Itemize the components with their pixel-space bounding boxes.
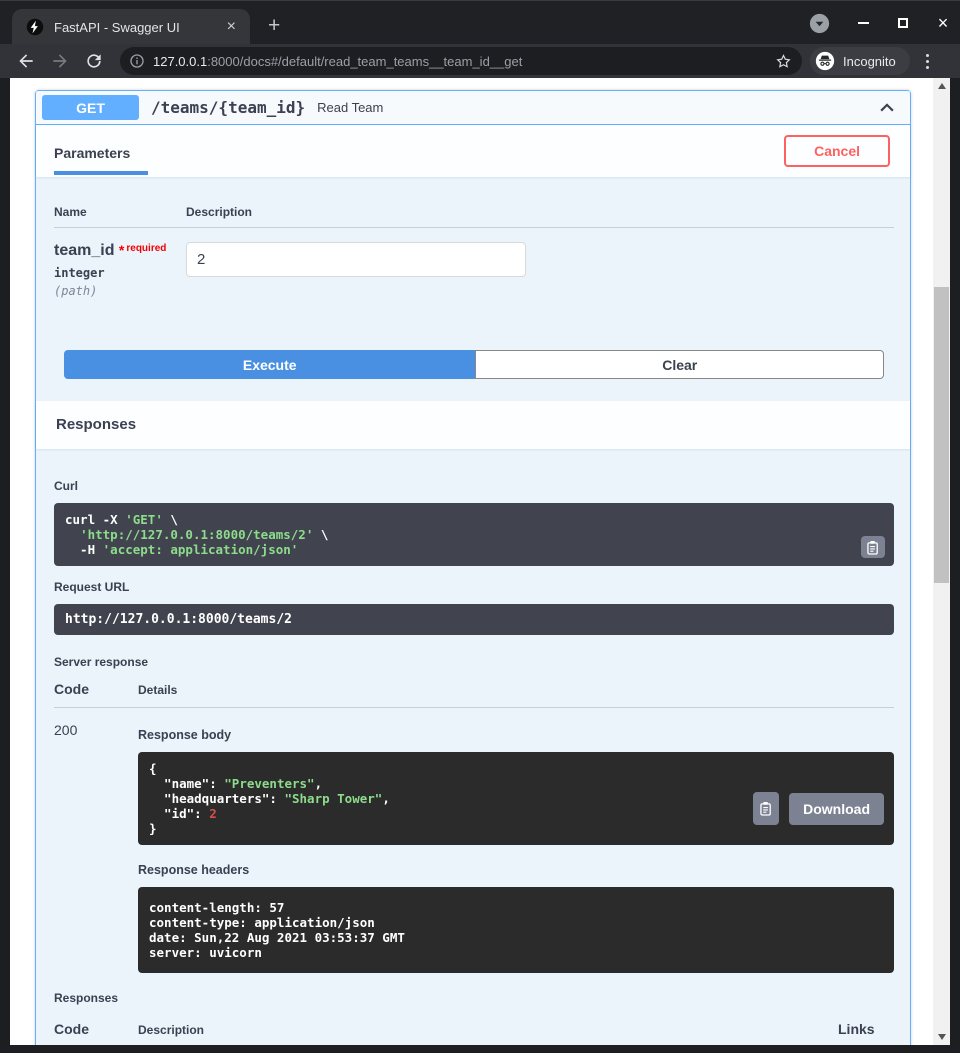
scrollbar-down-icon[interactable] <box>933 1029 950 1045</box>
parameters-header: Parameters Cancel <box>36 125 910 177</box>
maximize-button[interactable] <box>896 16 910 30</box>
server-response-code-header: Code <box>54 681 138 697</box>
response-headers-label: Response headers <box>138 863 894 877</box>
browser-update-icon[interactable] <box>809 13 830 34</box>
server-response-details-header: Details <box>138 683 894 697</box>
param-location: (path) <box>54 284 186 298</box>
url-text: 127.0.0.1:8000/docs#/default/read_team_t… <box>153 54 767 69</box>
team-id-input[interactable] <box>186 242 526 277</box>
curl-label: Curl <box>54 479 894 493</box>
method-badge: GET <box>42 95 139 120</box>
param-col-name: Name <box>54 205 186 219</box>
doc-description-header: Description <box>138 1023 838 1037</box>
tab-title: FastAPI - Swagger UI <box>54 20 213 35</box>
scrollbar-up-icon[interactable] <box>933 78 950 94</box>
tab-parameters[interactable]: Parameters <box>54 137 148 175</box>
responses-section-header: Responses <box>36 401 910 449</box>
page-scrollbar[interactable] <box>933 78 950 1045</box>
opblock-summary[interactable]: GET /teams/{team_id} Read Team <box>36 91 910 125</box>
endpoint-path: /teams/{team_id} <box>151 98 305 117</box>
scrollbar-thumb[interactable] <box>934 287 949 583</box>
browser-menu-icon[interactable] <box>922 50 933 73</box>
doc-code-header: Code <box>54 1021 138 1037</box>
copy-curl-icon[interactable] <box>861 536 885 558</box>
info-icon[interactable] <box>129 53 145 69</box>
param-type: integer <box>54 266 186 280</box>
forward-icon[interactable] <box>50 51 70 71</box>
url-path: :8000/docs#/default/read_team_teams__tea… <box>207 54 522 69</box>
bookmark-star-icon[interactable] <box>775 53 792 70</box>
swagger-page: GET /teams/{team_id} Read Team Parameter… <box>10 78 933 1045</box>
clear-button[interactable]: Clear <box>475 350 884 379</box>
reload-icon[interactable] <box>84 51 104 71</box>
server-response-row: 200 Response body Down <box>54 722 894 973</box>
execute-button[interactable]: Execute <box>64 350 475 379</box>
required-label: required <box>126 243 166 254</box>
response-headers-block: content-length: 57content-type: applicat… <box>138 887 894 973</box>
responses-area: Curl curl -X 'GET' \ 'http://127.0.0.1:8… <box>36 449 910 1045</box>
incognito-badge: Incognito <box>810 47 910 75</box>
incognito-icon <box>815 51 835 71</box>
live-response-code: 200 <box>54 722 138 973</box>
required-asterisk: * <box>119 242 124 258</box>
param-name: team_id *required <box>54 242 186 260</box>
browser-toolbar: 127.0.0.1:8000/docs#/default/read_team_t… <box>0 44 960 78</box>
param-col-description: Description <box>186 205 252 219</box>
collapse-chevron-icon[interactable] <box>878 99 896 117</box>
response-body-label: Response body <box>138 728 894 742</box>
url-host: 127.0.0.1 <box>153 54 207 69</box>
doc-links-header: Links <box>838 1021 894 1037</box>
documented-responses-label: Responses <box>54 991 894 1005</box>
tab-close-icon[interactable]: × <box>223 19 240 35</box>
incognito-label: Incognito <box>843 54 896 69</box>
address-bar[interactable]: 127.0.0.1:8000/docs#/default/read_team_t… <box>120 47 802 75</box>
new-tab-button[interactable]: + <box>262 13 286 38</box>
endpoint-summary: Read Team <box>317 100 383 115</box>
download-button[interactable]: Download <box>789 793 884 825</box>
back-icon[interactable] <box>16 51 36 71</box>
param-row-team-id: team_id *required integer (path) <box>54 228 894 298</box>
request-url-block: http://127.0.0.1:8000/teams/2 <box>54 604 894 635</box>
cancel-button[interactable]: Cancel <box>784 135 890 167</box>
response-body-block: Download { "name": "Preventers", "headqu… <box>138 752 894 845</box>
responses-title: Responses <box>56 416 136 433</box>
close-window-button[interactable]: × <box>936 16 950 30</box>
request-url-label: Request URL <box>54 580 894 594</box>
execute-row: Execute Clear <box>64 350 884 379</box>
opblock-get-teams: GET /teams/{team_id} Read Team Parameter… <box>35 90 911 1045</box>
server-response-label: Server response <box>54 655 894 669</box>
copy-response-icon[interactable] <box>753 792 779 825</box>
browser-tab-strip: FastAPI - Swagger UI × + × <box>0 0 960 44</box>
curl-block: curl -X 'GET' \ 'http://127.0.0.1:8000/t… <box>54 503 894 566</box>
browser-tab-fastapi[interactable]: FastAPI - Swagger UI × <box>12 9 250 45</box>
fastapi-favicon-icon <box>26 18 44 36</box>
minimize-button[interactable] <box>856 16 870 30</box>
parameters-table: Name Description team_id *required integ… <box>36 177 910 379</box>
